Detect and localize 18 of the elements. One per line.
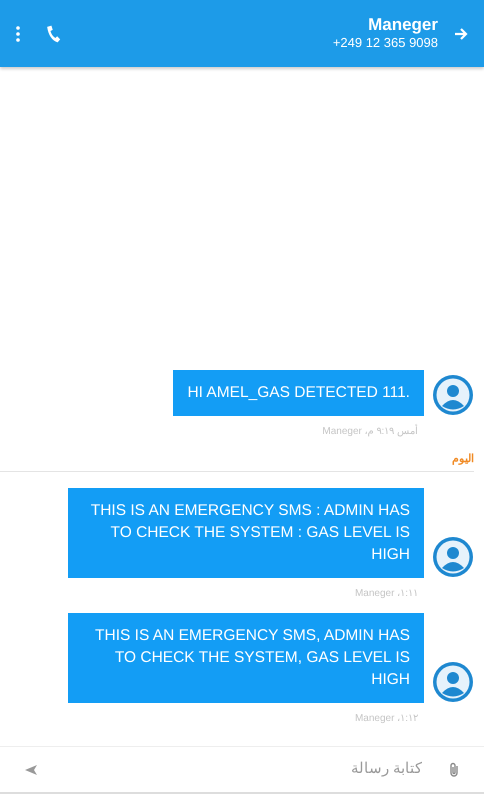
- message-timestamp: Maneger ،١:١١: [354, 587, 418, 601]
- contact-name: Maneger: [367, 16, 438, 36]
- send-icon[interactable]: [24, 764, 38, 776]
- message-bubble: THIS IS AN EMERGENCY SMS : ADMIN HAS TO CHECK THE SYSTEM : GAS LEVEL IS HIGH: [68, 488, 424, 578]
- message-timestamp: أمس ٩:١٩ م، Maneger: [321, 424, 418, 438]
- attachment-icon[interactable]: [448, 762, 460, 778]
- phone-number: +249 12 365 9098: [332, 35, 438, 51]
- message-bubble: HI AMEL_GAS DETECTED 111.: [173, 370, 424, 416]
- avatar-icon: [432, 536, 474, 578]
- back-arrow-icon[interactable]: [454, 26, 468, 40]
- avatar-icon: [432, 661, 474, 703]
- phone-icon[interactable]: [44, 24, 62, 42]
- message-bubble: THIS IS AN EMERGENCY SMS, ADMIN HAS TO CHECK THE SYSTEM, GAS LEVEL IS HIGH: [68, 613, 424, 703]
- avatar-icon: [432, 374, 474, 416]
- more-menu-icon[interactable]: [16, 26, 20, 42]
- date-separator: اليوم: [452, 452, 474, 467]
- message-timestamp: Maneger ،١:١٢: [354, 712, 418, 726]
- message-input[interactable]: كتابة رسالة: [224, 757, 424, 782]
